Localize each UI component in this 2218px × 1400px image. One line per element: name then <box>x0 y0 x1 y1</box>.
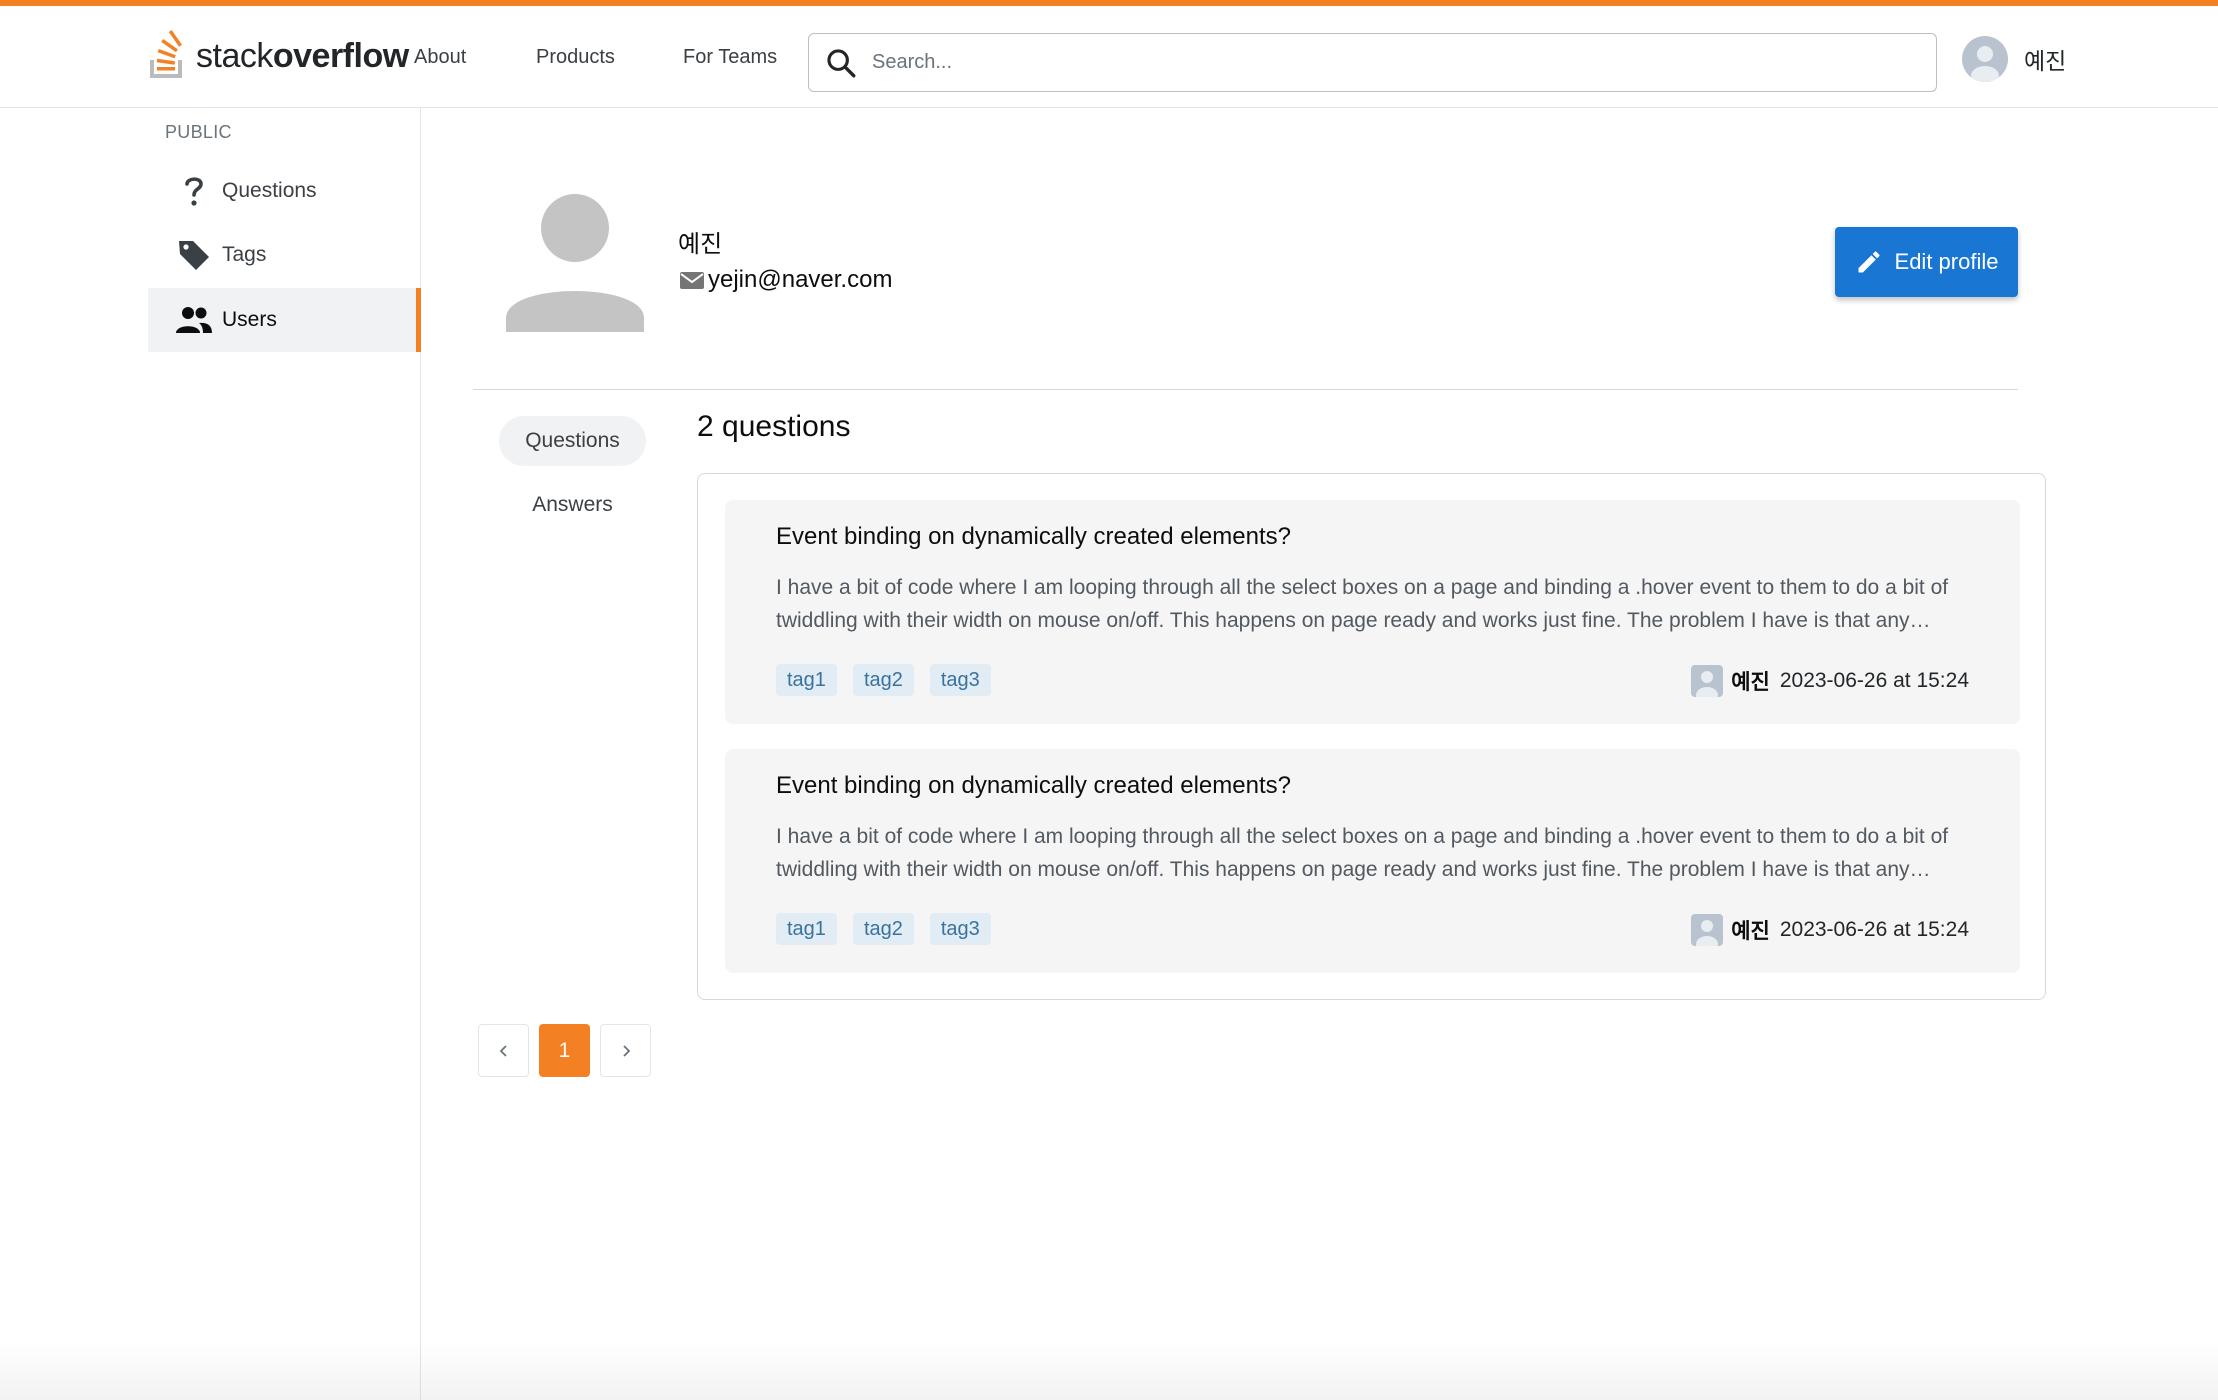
sidebar-item-questions[interactable]: Questions <box>148 159 421 223</box>
person-silhouette-icon <box>506 194 644 332</box>
question-tags: tag1 tag2 tag3 <box>776 913 991 945</box>
sidebar-item-tags[interactable]: Tags <box>148 223 421 287</box>
tag-chip[interactable]: tag1 <box>776 913 837 945</box>
divider <box>473 389 2018 390</box>
tab-questions[interactable]: Questions <box>499 416 646 466</box>
nav-about[interactable]: About <box>414 46 466 69</box>
edit-profile-button[interactable]: Edit profile <box>1835 227 2018 297</box>
sidebar-item-users[interactable]: Users <box>148 288 421 352</box>
question-date: 2023-06-26 at 15:24 <box>1779 917 1969 941</box>
profile-email: yejin@naver.com <box>708 266 893 293</box>
question-author[interactable]: 예진 <box>1731 666 1770 696</box>
pencil-icon <box>1858 251 1880 273</box>
user-name: 예진 <box>2024 48 2067 74</box>
top-bar: stackoverflow About Products For Teams 예… <box>0 0 2218 108</box>
question-list: Event binding on dynamically created ele… <box>697 473 2046 1000</box>
pagination-next-button[interactable] <box>600 1024 651 1077</box>
sidebar-section-label: PUBLIC <box>165 122 232 142</box>
pagination-prev-button[interactable] <box>478 1024 529 1077</box>
mail-icon <box>680 272 704 289</box>
question-date: 2023-06-26 at 15:24 <box>1779 668 1969 692</box>
question-excerpt: I have a bit of code where I am looping … <box>776 576 1949 632</box>
nav-products[interactable]: Products <box>536 46 615 69</box>
question-title[interactable]: Event binding on dynamically created ele… <box>776 772 1291 800</box>
users-icon <box>162 288 226 352</box>
nav-for-teams[interactable]: For Teams <box>683 46 777 69</box>
stackoverflow-logo[interactable]: stackoverflow <box>146 28 409 84</box>
sidebar-item-label: Tags <box>222 243 267 266</box>
author-avatar <box>1691 664 1724 697</box>
bottom-shade <box>0 1340 2218 1400</box>
user-avatar-icon <box>1696 670 1719 697</box>
chevron-right-icon <box>622 1044 630 1057</box>
search-input[interactable] <box>872 51 1872 74</box>
tag-chip[interactable]: tag2 <box>852 664 914 696</box>
pagination-page-1[interactable]: 1 <box>539 1024 590 1077</box>
search-box[interactable] <box>808 33 1937 92</box>
tag-chip[interactable]: tag2 <box>852 913 914 945</box>
profile-avatar <box>506 192 644 332</box>
question-author[interactable]: 예진 <box>1731 915 1770 945</box>
question-meta: 예진 2023-06-26 at 15:24 <box>1691 664 1969 697</box>
sidebar-item-label: Users <box>222 308 277 331</box>
profile-name: 예진 <box>678 231 723 258</box>
avatar <box>1962 36 2008 82</box>
question-meta: 예진 2023-06-26 at 15:24 <box>1691 913 1969 946</box>
question-tags: tag1 tag2 tag3 <box>776 664 991 696</box>
tag-chip[interactable]: tag1 <box>776 664 837 696</box>
sidebar-item-label: Questions <box>222 179 317 202</box>
user-menu[interactable]: 예진 <box>1962 36 2066 82</box>
question-excerpt: I have a bit of code where I am looping … <box>776 825 1949 881</box>
search-icon <box>827 48 856 77</box>
question-title[interactable]: Event binding on dynamically created ele… <box>776 523 1291 551</box>
user-avatar-icon <box>1696 919 1719 946</box>
user-avatar-icon <box>1971 46 1999 82</box>
logo-text: stackoverflow <box>196 36 409 75</box>
tag-chip[interactable]: tag3 <box>929 664 991 696</box>
profile-email-row: yejin@naver.com <box>678 266 892 294</box>
sidebar: PUBLIC Questions Tags Users <box>0 108 421 1400</box>
chevron-left-icon <box>499 1044 507 1057</box>
edit-profile-label: Edit profile <box>1894 249 1999 274</box>
question-card: Event binding on dynamically created ele… <box>725 500 2020 724</box>
tag-chip[interactable]: tag3 <box>929 913 991 945</box>
question-mark-icon <box>162 159 226 223</box>
author-avatar <box>1691 913 1724 946</box>
questions-count: 2 questions <box>697 410 851 443</box>
tag-icon <box>162 223 226 287</box>
stack-logo-icon <box>150 30 182 78</box>
question-card: Event binding on dynamically created ele… <box>725 749 2020 973</box>
tab-answers[interactable]: Answers <box>499 480 646 530</box>
